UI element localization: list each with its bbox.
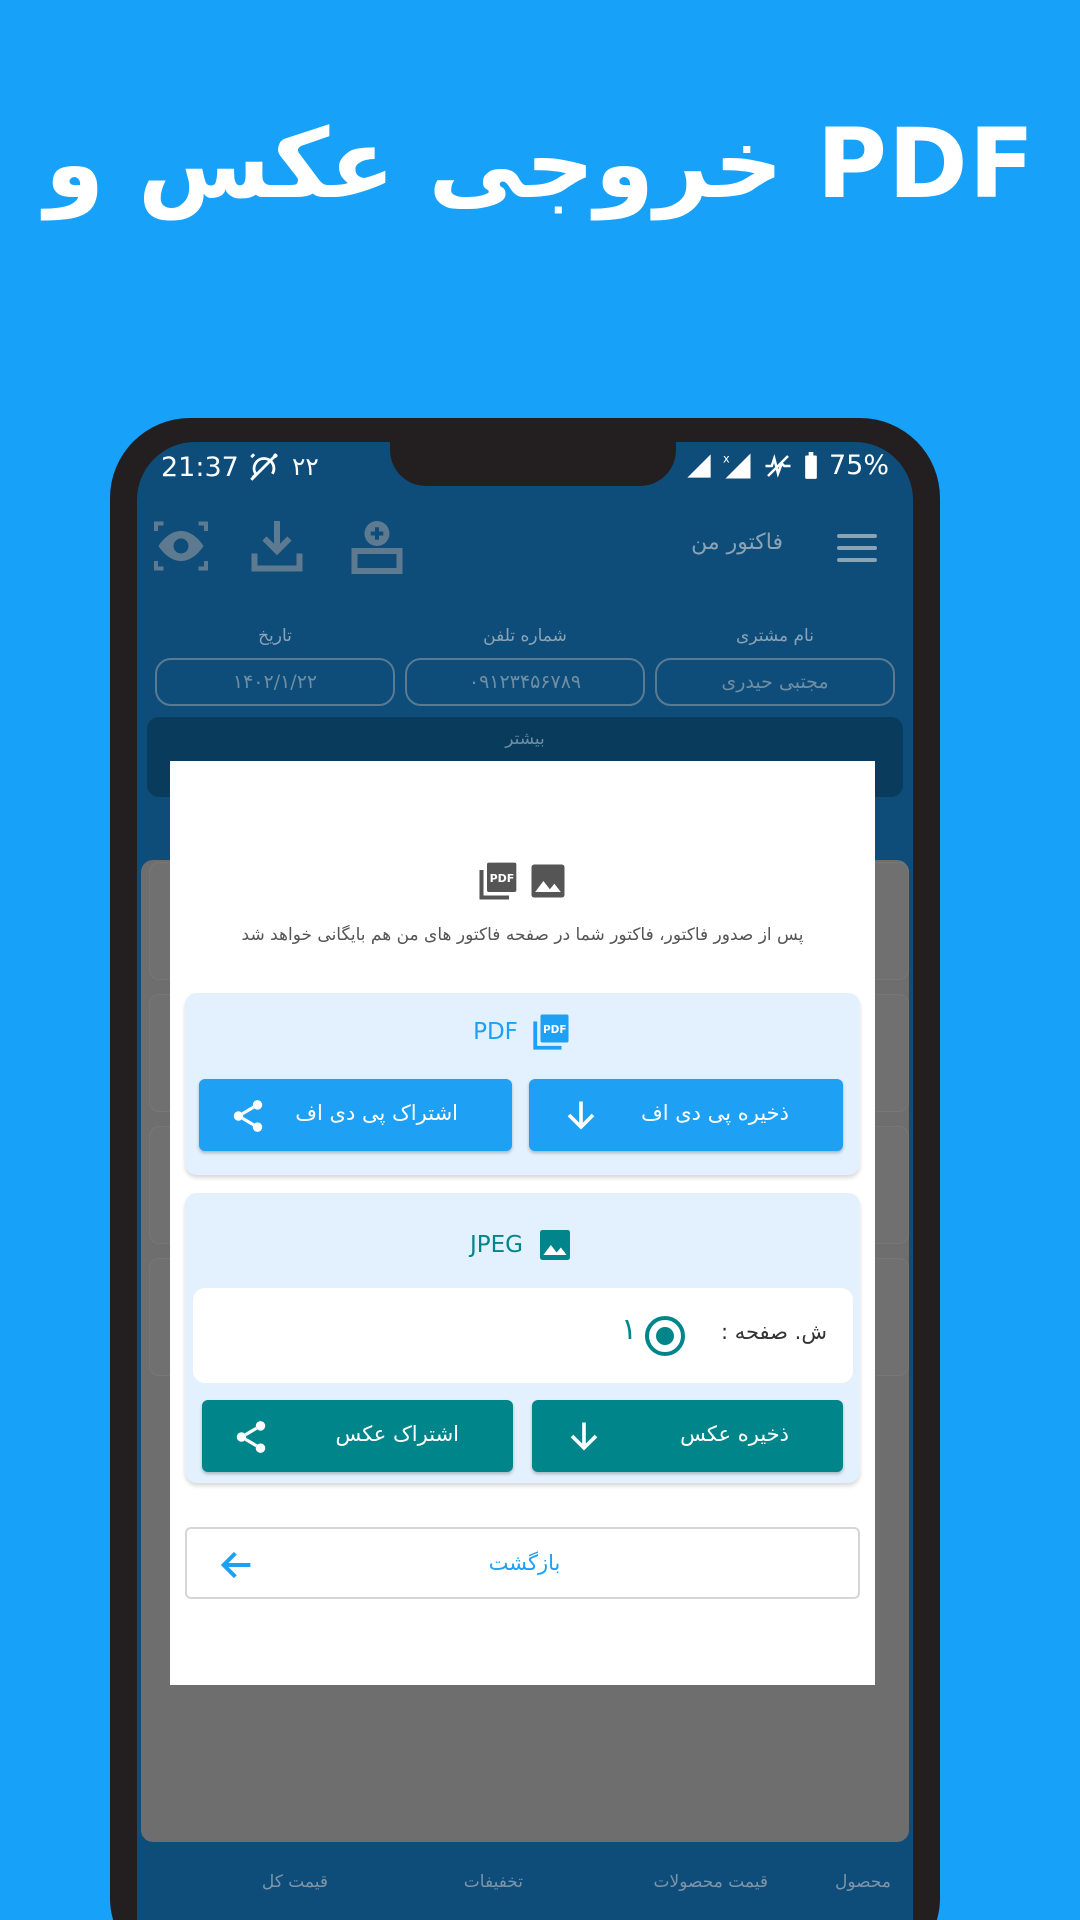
download-icon[interactable] <box>247 516 307 576</box>
signal-icon <box>687 453 711 478</box>
app-toolbar: فاکتور من <box>137 502 913 622</box>
share-icon <box>236 1421 266 1453</box>
status-notification-count: ۲۲ <box>292 452 319 481</box>
share-image-button[interactable]: اشتراک عکس <box>202 1400 513 1472</box>
jpeg-section: JPEG ش. صفحه : ۱ اشتراک عکس ذخیره عکس <box>185 1193 860 1483</box>
phone-number-field[interactable]: ۰۹۱۲۳۴۵۶۷۸۹ <box>405 658 645 706</box>
page-number-value: ۱ <box>621 1312 638 1347</box>
signal-roaming-icon: x <box>723 452 751 478</box>
share-pdf-button[interactable]: اشتراک پی دی اف <box>199 1079 512 1151</box>
pdf-title-text: PDF <box>473 1019 518 1045</box>
customer-name-field[interactable]: مجتبی حیدری <box>655 658 895 706</box>
page-selector-row: ش. صفحه : ۱ <box>193 1288 853 1383</box>
column-product: محصول <box>835 1872 891 1892</box>
arrow-left-icon <box>220 1551 251 1579</box>
export-dialog: PDF پس از صدور فاکتور، فاکتور شما در صفح… <box>170 761 875 1685</box>
page-radio-button[interactable] <box>645 1316 685 1356</box>
battery-percent: 75% <box>828 450 889 481</box>
back-button[interactable]: بازگشت <box>185 1527 860 1599</box>
pdf-section-title: PDF PDF <box>185 1011 860 1053</box>
arrow-down-icon <box>567 1101 595 1130</box>
arrow-down-icon <box>570 1422 598 1451</box>
menu-icon[interactable] <box>837 534 877 564</box>
image-icon <box>531 864 564 898</box>
preview-eye-icon[interactable] <box>151 516 211 576</box>
jpeg-section-title: JPEG <box>185 1225 860 1265</box>
page-number-label: ش. صفحه : <box>720 1320 827 1344</box>
toolbar-title: فاکتور من <box>691 530 783 555</box>
share-icon <box>233 1100 263 1132</box>
save-pdf-button[interactable]: ذخیره پی دی اف <box>529 1079 843 1151</box>
status-time: 21:37 <box>161 452 239 483</box>
customer-name-label: نام مشتری <box>736 626 814 646</box>
phone-number-label: شماره تلفن <box>483 626 567 646</box>
dialog-description: پس از صدور فاکتور، فاکتور شما در صفحه فا… <box>241 925 804 945</box>
wifi-off-icon <box>765 453 791 478</box>
pdf-file-icon: PDF <box>533 1014 569 1050</box>
date-field[interactable]: ۱۴۰۲/۱/۲۲ <box>155 658 395 706</box>
add-customer-icon[interactable] <box>347 516 407 576</box>
pdf-file-icon: PDF <box>478 862 516 900</box>
column-total-price: قیمت کل <box>261 1872 328 1892</box>
svg-text:x: x <box>723 452 730 465</box>
summary-header: محصول قیمت محصولات تخفیفات قیمت کل <box>137 1872 913 1912</box>
image-icon <box>540 1230 570 1260</box>
pdf-section: PDF PDF اشتراک پی دی اف ذخیره پی دی اف <box>185 993 860 1175</box>
alarm-off-icon <box>250 453 278 481</box>
date-label: تاریخ <box>258 626 292 646</box>
save-image-button[interactable]: ذخیره عکس <box>532 1400 843 1472</box>
battery-icon <box>805 451 817 479</box>
promo-headline: خروجی عکس و PDF <box>44 108 1036 220</box>
svg-text:PDF: PDF <box>543 1024 567 1036</box>
column-products-price: قیمت محصولات <box>653 1872 768 1892</box>
jpeg-title-text: JPEG <box>469 1232 523 1258</box>
column-discounts: تخفیفات <box>463 1872 523 1892</box>
dialog-header-icons: PDF <box>170 859 875 903</box>
svg-text:PDF: PDF <box>489 872 514 885</box>
camera-notch <box>390 442 676 486</box>
